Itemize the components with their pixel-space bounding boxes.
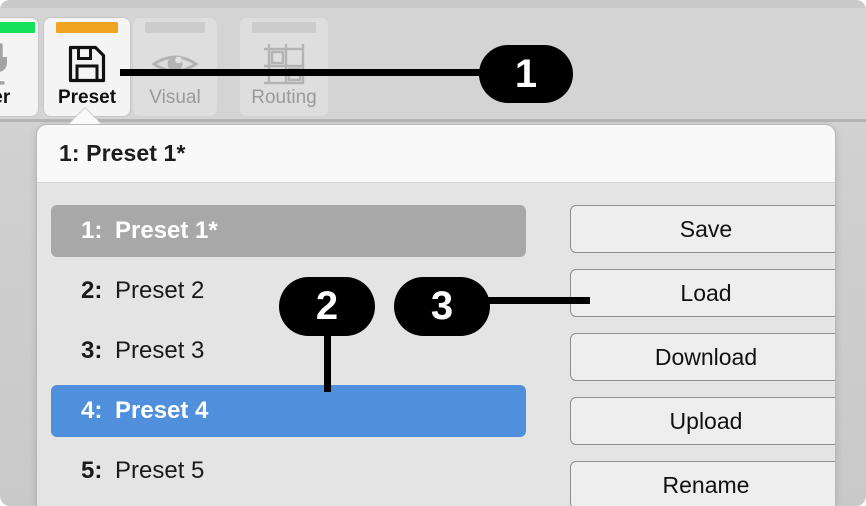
tab-driver-status-bar bbox=[0, 22, 35, 33]
preset-name: Preset 4 bbox=[115, 397, 209, 424]
tab-driver[interactable]: ver bbox=[0, 18, 38, 116]
download-button[interactable]: Download bbox=[570, 333, 835, 381]
save-button[interactable]: Save bbox=[570, 205, 835, 253]
preset-name: Preset 5 bbox=[115, 457, 205, 484]
preset-number: 1: bbox=[81, 217, 103, 244]
toolbar-bottom-edge bbox=[0, 119, 866, 122]
preset-name: Preset 3 bbox=[115, 337, 205, 364]
list-item-preset-4[interactable]: 4: Preset 4 bbox=[51, 385, 526, 437]
plug-icon bbox=[0, 40, 38, 88]
preset-number: 3: bbox=[81, 337, 103, 364]
tab-preset[interactable]: Preset bbox=[44, 18, 130, 116]
preset-action-buttons: Save Load Download Upload Rename bbox=[570, 205, 835, 506]
tab-driver-label: ver bbox=[0, 87, 11, 108]
tab-routing-label: Routing bbox=[251, 87, 317, 108]
tab-visual-status-bar bbox=[145, 22, 205, 33]
tab-divider-1 bbox=[41, 34, 42, 106]
callout-badge-1: 1 bbox=[479, 45, 573, 103]
upload-button[interactable]: Upload bbox=[570, 397, 835, 445]
callout-2-leader-line bbox=[324, 330, 331, 392]
list-item-preset-1[interactable]: 1: Preset 1* bbox=[51, 205, 526, 257]
callout-badge-2: 2 bbox=[279, 277, 375, 336]
preset-list: 1: Preset 1* 2: Preset 2 3: Preset 3 4: … bbox=[51, 205, 526, 505]
preset-name: Preset 1* bbox=[115, 217, 218, 244]
popup-pointer-arrow bbox=[69, 108, 101, 124]
preset-number: 2: bbox=[81, 277, 103, 304]
callout-1-leader-line bbox=[120, 69, 510, 76]
popup-body: 1: Preset 1* 2: Preset 2 3: Preset 3 4: … bbox=[37, 183, 835, 506]
callout-3-leader-line bbox=[480, 297, 590, 304]
preset-name: Preset 2 bbox=[115, 277, 205, 304]
preset-number: 4: bbox=[81, 397, 103, 424]
tab-visual[interactable]: Visual bbox=[133, 18, 217, 116]
preset-number: 5: bbox=[81, 457, 103, 484]
tab-preset-label: Preset bbox=[57, 87, 117, 108]
callout-badge-3: 3 bbox=[394, 277, 490, 336]
popup-title: 1: Preset 1* bbox=[59, 140, 186, 166]
eye-icon bbox=[133, 40, 217, 88]
list-item-preset-5[interactable]: 5: Preset 5 bbox=[51, 445, 526, 497]
tab-routing[interactable]: Routing bbox=[240, 18, 328, 116]
load-button[interactable]: Load bbox=[570, 269, 835, 317]
routing-grid-icon bbox=[240, 40, 328, 88]
tab-visual-label: Visual bbox=[149, 87, 201, 108]
tab-preset-status-bar bbox=[56, 22, 118, 33]
main-toolbar: ver Preset bbox=[0, 8, 866, 120]
popup-header: 1: Preset 1* bbox=[37, 125, 835, 183]
app-window: ver Preset bbox=[0, 0, 866, 506]
tab-routing-status-bar bbox=[252, 22, 316, 33]
rename-button[interactable]: Rename bbox=[570, 461, 835, 506]
floppy-disk-save-icon bbox=[44, 40, 130, 88]
